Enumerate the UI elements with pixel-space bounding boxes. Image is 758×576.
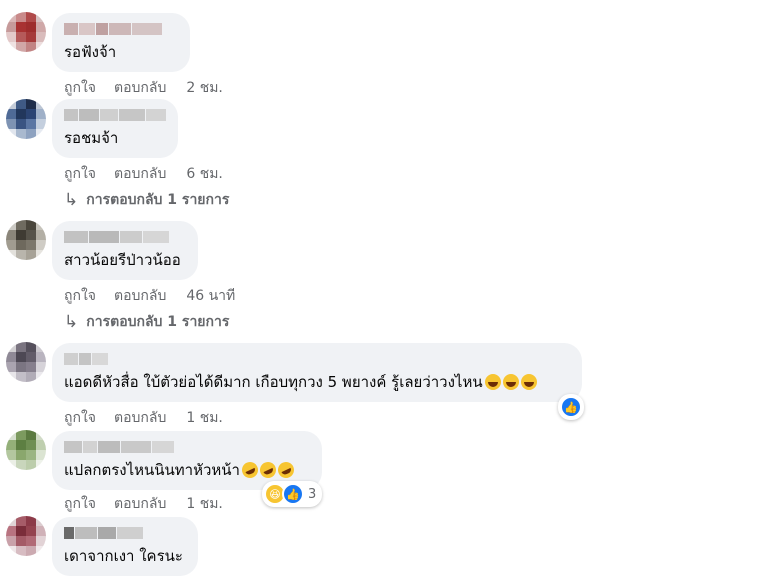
grinning-emoji [502,374,519,390]
view-replies-link[interactable]: ↳ การตอบกลับ 1 รายการ [64,189,229,211]
view-replies-link[interactable]: ↳ การตอบกลับ 1 รายการ [64,311,229,333]
comment-bubble: รอชมจ้า [52,99,178,158]
comment-actions: ถูกใจ ตอบกลับ 46 นาที [64,285,235,307]
comment-bubble: แอดดีหัวสื่อ ใบ้ตัวย่อได้ดีมาก เกือบทุกว… [52,343,582,402]
timestamp[interactable]: 6 ชม. [186,163,223,185]
rofl-emoji [275,459,297,481]
grinning-emoji [520,374,537,390]
timestamp[interactable]: 1 ชม. [186,493,223,515]
timestamp[interactable]: 1 ชม. [186,407,223,429]
replies-count-label: การตอบกลับ 1 รายการ [86,192,230,208]
like-button[interactable]: ถูกใจ [64,285,96,307]
rofl-emoji [239,459,261,481]
rofl-emoji [257,459,279,481]
comment-actions: ถูกใจ ตอบกลับ 1 ชม. [64,493,223,515]
comment-text: เดาจากเงา ใครนะ [64,547,183,565]
comment-bubble: เดาจากเงา ใครนะ [52,517,198,576]
comment-actions: ถูกใจ ตอบกลับ 2 ชม. [64,77,223,99]
comment-text: รอฟังจ้า [64,43,117,61]
reply-arrow-icon: ↳ [64,190,79,210]
reply-button[interactable]: ตอบกลับ [114,407,166,429]
reply-button[interactable]: ตอบกลับ [114,493,166,515]
comment-bubble: สาวน้อยรีป่าวน้ออ [52,221,198,280]
avatar[interactable] [6,99,46,139]
grinning-emoji [484,374,501,390]
avatar[interactable] [6,220,46,260]
avatar[interactable] [6,430,46,470]
replies-count-label: การตอบกลับ 1 รายการ [86,314,230,330]
comment-bubble: รอฟังจ้า [52,13,190,72]
avatar[interactable] [6,12,46,52]
reaction-count: 3 [308,486,317,502]
commenter-name[interactable] [64,23,178,35]
comment-actions: ถูกใจ ตอบกลับ 1 ชม. [64,407,223,429]
comment-text: สาวน้อยรีป่าวน้ออ [64,251,181,269]
reaction-summary[interactable]: 👍 [558,394,584,420]
like-button[interactable]: ถูกใจ [64,163,96,185]
commenter-name[interactable] [64,527,186,539]
like-button[interactable]: ถูกใจ [64,493,96,515]
avatar[interactable] [6,516,46,556]
commenter-name[interactable] [64,231,186,243]
like-icon: 👍 [282,483,304,505]
reply-button[interactable]: ตอบกลับ [114,285,166,307]
commenter-name[interactable] [64,109,166,121]
comment-text: แปลกตรงไหนนินทาหัวหน้า [64,459,310,481]
comment-actions: ถูกใจ ตอบกลับ 6 ชม. [64,163,223,185]
reaction-summary[interactable]: 😆 👍 3 [262,481,323,507]
like-button[interactable]: ถูกใจ [64,407,96,429]
reply-arrow-icon: ↳ [64,312,79,332]
like-icon: 👍 [560,396,582,418]
commenter-name[interactable] [64,441,310,453]
commenter-name[interactable] [64,353,570,365]
avatar[interactable] [6,342,46,382]
like-button[interactable]: ถูกใจ [64,77,96,99]
timestamp[interactable]: 46 นาที [186,285,235,307]
timestamp[interactable]: 2 ชม. [186,77,223,99]
comment-text: รอชมจ้า [64,129,119,147]
reply-button[interactable]: ตอบกลับ [114,77,166,99]
comment-text: แอดดีหัวสื่อ ใบ้ตัวย่อได้ดีมาก เกือบทุกว… [64,372,570,392]
reply-button[interactable]: ตอบกลับ [114,163,166,185]
